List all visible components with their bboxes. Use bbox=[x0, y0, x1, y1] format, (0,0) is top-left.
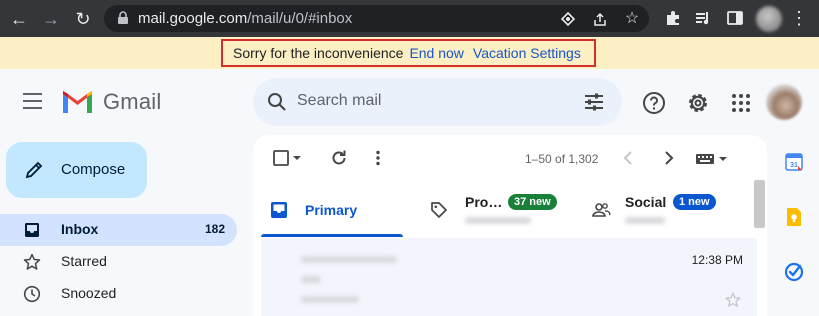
tab-promotions[interactable]: Pro… 37 new bbox=[411, 179, 579, 237]
settings-gear-icon[interactable] bbox=[686, 91, 710, 115]
inbox-icon bbox=[25, 223, 39, 237]
redacted-subject bbox=[301, 276, 321, 283]
pagination-info: 1–50 of 1,302 bbox=[525, 152, 599, 166]
redacted-sender bbox=[301, 256, 397, 263]
forward-arrow-icon[interactable]: → bbox=[40, 8, 62, 30]
sidebar-item-snoozed[interactable]: Snoozed bbox=[0, 278, 237, 310]
new-count-badge: 37 new bbox=[508, 194, 557, 210]
address-bar[interactable]: mail.google.com/mail/u/0/#inbox ☆ bbox=[104, 5, 649, 32]
kebab-menu-icon[interactable]: ⋮ bbox=[790, 9, 808, 27]
banner-message: Sorry for the inconvenience bbox=[233, 45, 404, 61]
help-icon[interactable] bbox=[642, 91, 666, 115]
browser-profile-avatar[interactable] bbox=[756, 6, 782, 32]
vacation-banner-highlight: Sorry for the inconvenience End now Vaca… bbox=[221, 39, 596, 67]
url-path: /mail/u/0/#inbox bbox=[247, 10, 353, 27]
active-tab-indicator bbox=[261, 234, 403, 237]
search-options-icon[interactable] bbox=[583, 92, 605, 112]
refresh-icon[interactable] bbox=[329, 148, 349, 168]
extensions-puzzle-icon[interactable] bbox=[664, 9, 682, 27]
search-icon[interactable] bbox=[267, 92, 287, 112]
tasks-icon[interactable] bbox=[784, 262, 804, 282]
sidebar-item-label: Snoozed bbox=[61, 285, 117, 301]
mail-list-scrollbar[interactable] bbox=[754, 180, 765, 228]
install-app-icon[interactable] bbox=[560, 11, 576, 27]
vacation-banner: Sorry for the inconvenience End now Vaca… bbox=[0, 37, 819, 69]
gmail-logo-icon[interactable] bbox=[61, 89, 94, 113]
sidebar-item-label: Starred bbox=[61, 253, 107, 269]
star-toggle-icon[interactable] bbox=[725, 292, 741, 308]
inbox-unread-count: 182 bbox=[204, 222, 225, 236]
sidebar-item-starred[interactable]: Starred bbox=[0, 246, 237, 278]
share-icon[interactable] bbox=[592, 11, 608, 27]
tab-social[interactable]: Social 1 new bbox=[579, 179, 753, 237]
vacation-settings-link[interactable]: Vacation Settings bbox=[473, 45, 581, 61]
select-all-checkbox-icon[interactable] bbox=[271, 148, 291, 168]
media-queue-icon[interactable] bbox=[694, 9, 712, 27]
tab-label: Pro… bbox=[465, 194, 503, 210]
compose-button[interactable]: Compose bbox=[6, 142, 147, 198]
star-icon bbox=[23, 253, 41, 270]
compose-label: Compose bbox=[61, 161, 126, 178]
url-host: mail.google.com bbox=[138, 10, 248, 27]
mail-list-panel: 1–50 of 1,302 Primary Pro… 37 new Social… bbox=[253, 135, 767, 316]
back-arrow-icon[interactable]: ← bbox=[8, 8, 30, 30]
sidebar-item-label: Inbox bbox=[61, 221, 99, 237]
keep-notes-icon[interactable] bbox=[784, 207, 804, 227]
more-options-icon[interactable] bbox=[368, 148, 388, 168]
tab-primary[interactable]: Primary bbox=[253, 179, 411, 237]
select-dropdown-icon[interactable] bbox=[291, 148, 303, 168]
category-tabs: Primary Pro… 37 new Social 1 new bbox=[253, 179, 753, 237]
gmail-wordmark: Gmail bbox=[103, 89, 162, 114]
redacted-snippet bbox=[301, 296, 359, 303]
url-text: mail.google.com/mail/u/0/#inbox bbox=[138, 10, 352, 27]
redacted-preview bbox=[465, 217, 531, 224]
tag-icon bbox=[431, 202, 447, 218]
sidebar-item-inbox[interactable]: Inbox 182 bbox=[0, 214, 237, 246]
redacted-preview bbox=[625, 217, 665, 224]
new-count-badge: 1 new bbox=[673, 194, 716, 210]
search-bar[interactable]: Search mail bbox=[253, 78, 622, 126]
browser-toolbar: ← → ↻ mail.google.com/mail/u/0/#inbox ☆ … bbox=[0, 0, 819, 37]
tab-label: Social bbox=[625, 194, 667, 210]
input-tools-keyboard-icon[interactable] bbox=[695, 148, 729, 168]
bookmark-star-icon[interactable]: ☆ bbox=[624, 11, 640, 27]
calendar-icon[interactable]: 31 bbox=[784, 152, 804, 172]
clock-icon bbox=[23, 285, 41, 303]
people-icon bbox=[592, 203, 611, 217]
search-input[interactable]: Search mail bbox=[297, 92, 381, 110]
reload-icon[interactable]: ↻ bbox=[72, 8, 94, 30]
lock-icon bbox=[118, 11, 128, 24]
email-row[interactable]: 12:38 PM bbox=[261, 238, 757, 316]
newer-chevron-icon[interactable] bbox=[619, 148, 639, 168]
account-avatar[interactable] bbox=[766, 84, 802, 120]
email-timestamp: 12:38 PM bbox=[691, 253, 743, 267]
older-chevron-icon[interactable] bbox=[658, 148, 678, 168]
tab-label: Primary bbox=[305, 202, 358, 218]
apps-grid-icon[interactable] bbox=[729, 91, 753, 115]
main-menu-icon[interactable] bbox=[23, 93, 42, 109]
inbox-tab-icon bbox=[271, 202, 287, 218]
end-now-link[interactable]: End now bbox=[409, 45, 463, 61]
pencil-icon bbox=[25, 161, 43, 179]
side-panel-icon[interactable] bbox=[726, 9, 744, 27]
svg-text:31: 31 bbox=[790, 162, 798, 169]
